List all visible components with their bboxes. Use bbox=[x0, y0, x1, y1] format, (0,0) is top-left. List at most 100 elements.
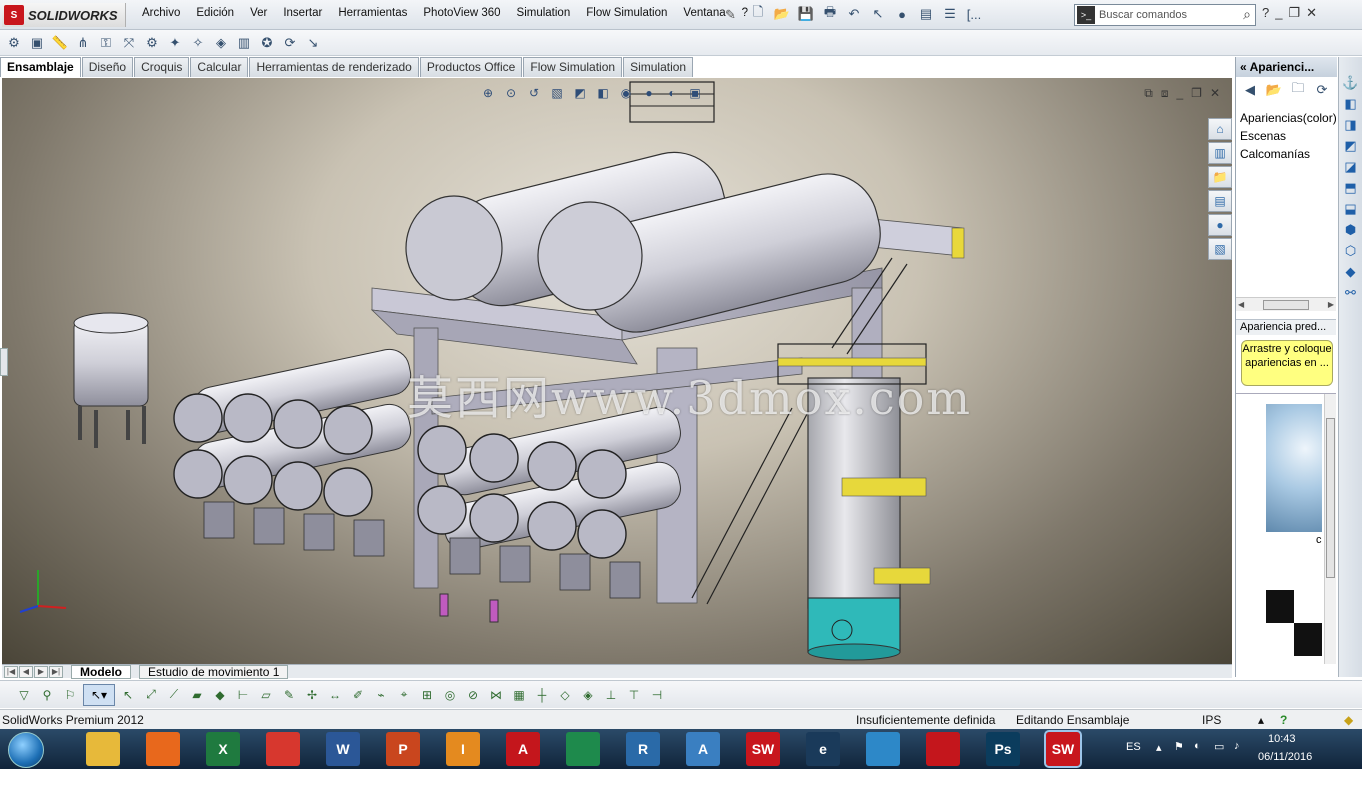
menu-flow-simulation[interactable]: Flow Simulation bbox=[578, 7, 675, 19]
menu-ver[interactable]: Ver bbox=[242, 7, 275, 19]
magnifier-icon[interactable]: ⌕ bbox=[1243, 6, 1251, 23]
smart-fasteners-icon[interactable]: ⚿ bbox=[96, 33, 116, 53]
viewport-minimize-icon[interactable]: _ bbox=[1176, 86, 1183, 101]
filter-planes-icon[interactable]: ▱ bbox=[256, 685, 276, 705]
edit-appearance-icon[interactable]: ● bbox=[639, 84, 659, 102]
filter-routing-icon[interactable]: ⋈ bbox=[486, 685, 506, 705]
cube-bottom-icon[interactable]: ⬓ bbox=[1344, 201, 1356, 217]
print-icon[interactable]: 🖶 bbox=[820, 4, 840, 24]
tab-herramientas-renderizado[interactable]: Herramientas de renderizado bbox=[249, 57, 419, 77]
options-icon[interactable]: ☰ bbox=[940, 4, 960, 24]
search-input[interactable]: Buscar comandos bbox=[1099, 9, 1187, 21]
tree-icon[interactable]: ⋔ bbox=[73, 33, 93, 53]
taskbar-solidworks-icon[interactable]: SW bbox=[746, 732, 780, 766]
filter-gtol-icon[interactable]: ⊤ bbox=[624, 685, 644, 705]
taskbar-edrawings-icon[interactable]: e bbox=[806, 732, 840, 766]
filter-points-icon[interactable]: ✢ bbox=[302, 685, 322, 705]
appearance-swatch-checker[interactable] bbox=[1266, 590, 1322, 656]
scroll-thumb[interactable] bbox=[1263, 299, 1309, 310]
filter-datum-icon[interactable]: ⌖ bbox=[394, 685, 414, 705]
task-pane-hscrollbar[interactable]: ◀ ▶ bbox=[1236, 297, 1336, 311]
start-button-icon[interactable] bbox=[8, 732, 44, 768]
tab-productos-office[interactable]: Productos Office bbox=[419, 57, 523, 77]
update-icon[interactable]: ◐ bbox=[1194, 740, 1201, 752]
view-settings-icon[interactable]: ▣ bbox=[685, 84, 705, 102]
tab-croquis[interactable]: Croquis bbox=[134, 57, 190, 77]
assembly-features-icon[interactable]: ✧ bbox=[188, 33, 208, 53]
select-cursor-icon[interactable]: ↖ bbox=[868, 4, 888, 24]
taskbar-powerpoint-icon[interactable]: P bbox=[386, 732, 420, 766]
language-indicator[interactable]: ES bbox=[1126, 741, 1141, 753]
taskbar-excel-icon[interactable]: X bbox=[206, 732, 240, 766]
taskbar-photoshop-icon[interactable]: Ps bbox=[986, 732, 1020, 766]
tab-simulation[interactable]: Simulation bbox=[623, 57, 694, 77]
menu-simulation[interactable]: Simulation bbox=[509, 7, 579, 19]
tab-modelo[interactable]: Modelo bbox=[71, 664, 131, 679]
restore-icon[interactable]: ❐ bbox=[1288, 5, 1300, 21]
next-tab-icon[interactable]: ▶ bbox=[34, 665, 48, 678]
volume-icon[interactable]: ♪ bbox=[1234, 740, 1240, 752]
cube-dimetric-icon[interactable]: ◆ bbox=[1346, 264, 1356, 280]
minimize-icon[interactable]: _ bbox=[1275, 5, 1282, 21]
first-tab-icon[interactable]: |◀ bbox=[4, 665, 18, 678]
open-folder-icon[interactable]: 📂 bbox=[1264, 80, 1284, 100]
new-part-icon[interactable]: ▣ bbox=[27, 33, 47, 53]
tree-item-calcomanias[interactable]: Calcomanías bbox=[1240, 145, 1333, 163]
cube-top-icon[interactable]: ⬒ bbox=[1344, 180, 1356, 196]
tab-ensamblaje[interactable]: Ensamblaje bbox=[0, 57, 81, 77]
filter-surface-icon[interactable]: ◆ bbox=[210, 685, 230, 705]
cube-back-icon[interactable]: ◨ bbox=[1344, 117, 1356, 133]
cube-right-icon[interactable]: ◪ bbox=[1344, 159, 1356, 175]
tree-item-escenas[interactable]: Escenas bbox=[1240, 127, 1333, 145]
back-icon[interactable]: ◀ bbox=[1240, 80, 1260, 100]
filter-toggle-icon[interactable]: ⚲ bbox=[37, 685, 57, 705]
move-component-icon[interactable]: ⤧ bbox=[119, 33, 139, 53]
taskbar-browser-icon[interactable] bbox=[866, 732, 900, 766]
filter-edges-icon[interactable]: ⟋ bbox=[164, 685, 184, 705]
menu-archivo[interactable]: Archivo bbox=[134, 7, 188, 19]
viewport-close-icon[interactable]: ✕ bbox=[1210, 86, 1220, 101]
mate-icon[interactable]: ⟳ bbox=[280, 33, 300, 53]
filter-vertices-icon[interactable]: ⤢ bbox=[141, 685, 161, 705]
feature-manager-grip[interactable] bbox=[0, 348, 8, 376]
gear-icon[interactable]: ⚙ bbox=[142, 33, 162, 53]
design-library-icon[interactable]: ▥ bbox=[1208, 142, 1232, 164]
home-icon[interactable]: ⌂ bbox=[1208, 118, 1232, 140]
viewport-restore-icon[interactable]: ❐ bbox=[1191, 86, 1202, 101]
filter-faces-icon[interactable]: ▰ bbox=[187, 685, 207, 705]
units-arrow-icon[interactable]: ▴ bbox=[1258, 713, 1264, 727]
filter-centerline-icon[interactable]: ┼ bbox=[532, 685, 552, 705]
ruler-icon[interactable]: 📏 bbox=[50, 33, 70, 53]
rebuild-traffic-light-icon[interactable]: ● bbox=[892, 4, 912, 24]
tab-calcular[interactable]: Calcular bbox=[190, 57, 249, 77]
taskbar-revit-icon[interactable]: R bbox=[626, 732, 660, 766]
filter-tolerance-icon[interactable]: ⊞ bbox=[417, 685, 437, 705]
select-button[interactable]: ↖▾ bbox=[83, 683, 115, 706]
cube-trimetric-icon[interactable]: ⬡ bbox=[1345, 243, 1356, 259]
measure-icon[interactable]: ↘ bbox=[303, 33, 323, 53]
filter-icon[interactable]: ▽ bbox=[14, 685, 34, 705]
apply-scene-icon[interactable]: ◐ bbox=[662, 84, 682, 102]
filter-surface-body-icon[interactable]: ◇ bbox=[555, 685, 575, 705]
taskbar-acrobat-icon[interactable] bbox=[926, 732, 960, 766]
filter-balloons-icon[interactable]: ◎ bbox=[440, 685, 460, 705]
explode-view-icon[interactable]: ✦ bbox=[165, 33, 185, 53]
appearance-swatch-blue[interactable] bbox=[1266, 404, 1322, 532]
filter-clear-icon[interactable]: ⚐ bbox=[60, 685, 80, 705]
filter-axes-icon[interactable]: ⊢ bbox=[233, 685, 253, 705]
close-icon[interactable]: ✕ bbox=[1306, 5, 1317, 21]
pin-view-icon[interactable]: ⚓ bbox=[1342, 75, 1358, 91]
display-style-icon[interactable]: ◧ bbox=[593, 84, 613, 102]
magic-wand-icon[interactable]: ✪ bbox=[257, 33, 277, 53]
command-search[interactable]: >_ Buscar comandos ⌕ bbox=[1074, 4, 1256, 26]
cube-iso-icon[interactable]: ⬢ bbox=[1345, 222, 1356, 238]
split-horizontal-icon[interactable]: ⧉ bbox=[1144, 86, 1153, 101]
save-icon[interactable]: 💾 bbox=[796, 4, 816, 24]
taskbar-word-icon[interactable]: W bbox=[326, 732, 360, 766]
scroll-left-icon[interactable]: ◀ bbox=[1238, 300, 1244, 309]
filter-weld-bead-icon[interactable]: ⊣ bbox=[647, 685, 667, 705]
scroll-right-icon[interactable]: ▶ bbox=[1328, 300, 1334, 309]
section-view-icon[interactable]: ▧ bbox=[547, 84, 567, 102]
taskbar-inventor-pro-icon[interactable]: I bbox=[446, 732, 480, 766]
previews-scroll-thumb[interactable] bbox=[1326, 418, 1335, 578]
